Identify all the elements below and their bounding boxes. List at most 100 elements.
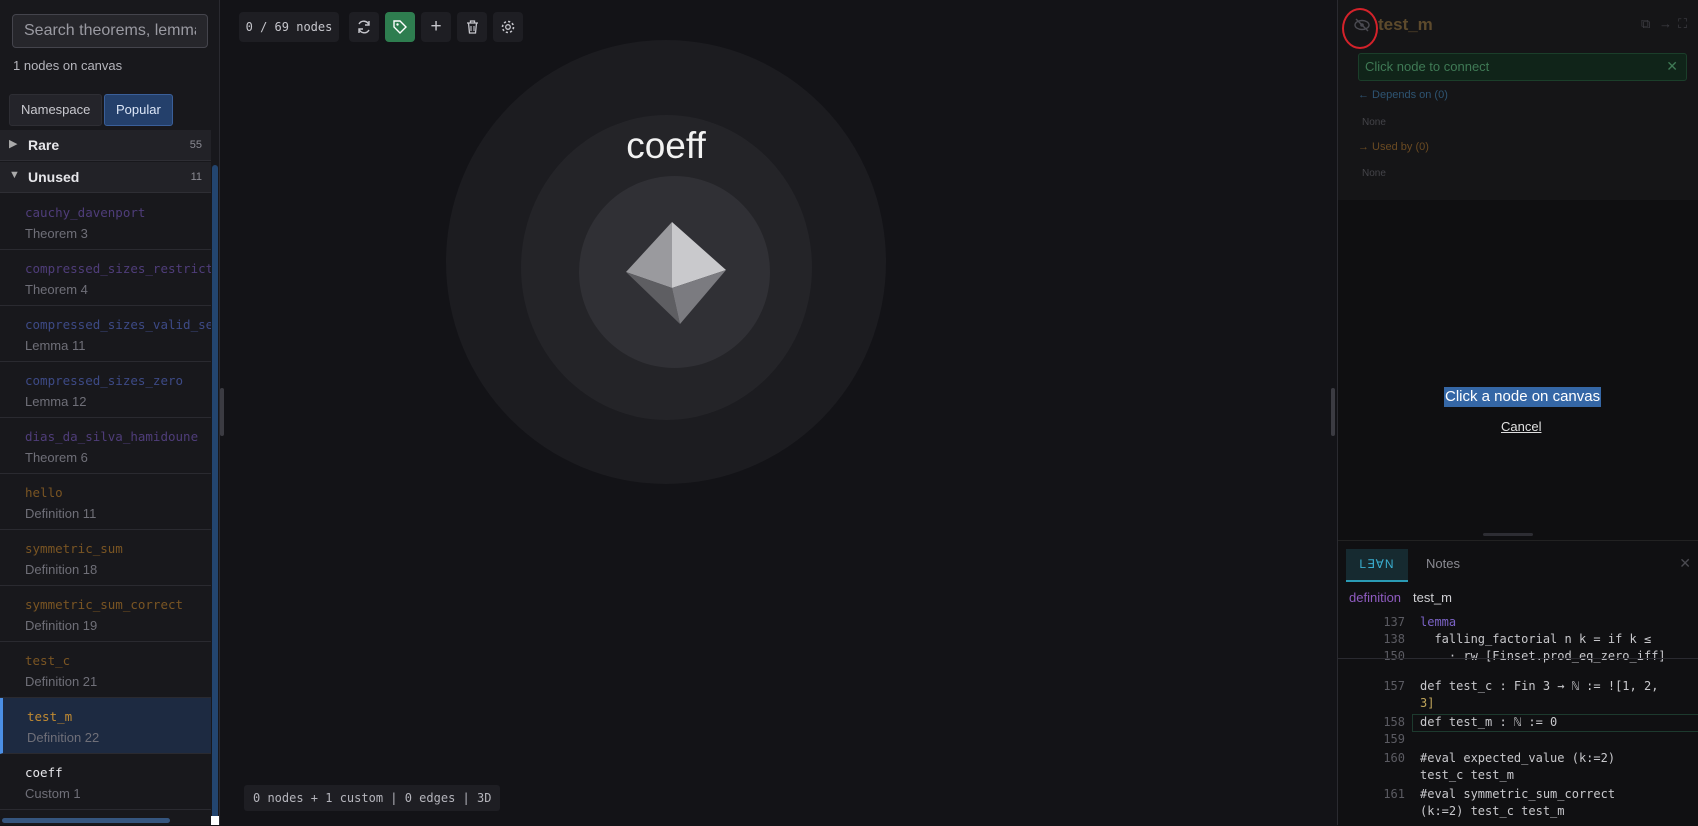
sidebar-horizontal-scrollbar[interactable] [2,818,170,823]
namespace-view-button[interactable]: Namespace [9,94,103,126]
section-name: Unused [28,169,80,185]
code-editor-pane: L∃∀N Notes ✕ definition test_m 137 lemma… [1338,540,1698,826]
item-kind: Custom 1 [25,786,81,801]
code-area[interactable]: 137 lemma 138 falling_factorial n k = if… [1338,615,1698,826]
item-kind: Lemma 12 [25,394,87,409]
item-kind: Definition 22 [27,730,100,745]
item-kind: Theorem 6 [25,450,88,465]
item-name: coeff [25,765,63,780]
line-number: 137 [1383,615,1405,629]
scrollbar-corner [211,816,219,825]
detail-panel: test_m ⧉ → ⛶ Click node to connect ✕ ← D… [1337,0,1698,826]
list-item[interactable]: coeff Custom 1 [0,754,211,810]
line-number: 158 [1383,715,1405,729]
section-name: Rare [28,137,60,153]
search-input[interactable] [12,14,208,48]
refresh-button[interactable] [349,12,379,42]
code-line: #eval expected_value (k:=2) [1420,751,1616,765]
code-line: #eval symmetric_sum_correct [1420,787,1616,801]
arrow-right-icon[interactable]: → [1659,16,1672,31]
code-line: 3] [1420,696,1435,710]
add-node-button[interactable]: + [421,12,451,42]
item-kind: Definition 21 [25,674,98,689]
line-number: 159 [1383,732,1405,746]
settings-button[interactable] [493,12,523,42]
list-item[interactable]: hello Definition 11 [0,474,211,530]
item-name: hello [25,485,63,500]
section-header-rare[interactable]: ▶ Rare 55 [0,130,211,161]
sidebar-vertical-scrollbar[interactable] [212,165,218,825]
split-resize-handle[interactable] [1483,533,1533,536]
graph-status-bar: 0 nodes + 1 custom | 0 edges | 3D [244,785,501,811]
definition-name: test_m [1413,590,1453,605]
close-icon[interactable]: ✕ [1666,58,1678,75]
section-count: 11 [190,171,202,183]
item-kind: Definition 18 [25,562,98,577]
code-line: falling_factorial n k = if k ≤ [1420,632,1652,646]
tag-icon [393,20,407,34]
item-kind: Theorem 3 [25,226,88,241]
item-kind: Theorem 4 [25,282,88,297]
item-name: compressed_sizes_valid_se [25,317,211,332]
sidebar: 1 nodes on canvas Namespace Popular ▶ Ra… [0,0,224,825]
item-name: symmetric_sum_correct [25,597,184,612]
connect-hint-text: Click node to connect [1365,59,1490,74]
list-item[interactable]: cauchy_davenport Theorem 3 [0,194,211,250]
expand-icon[interactable]: ⛶ [1678,16,1687,32]
line-number: 138 [1383,632,1405,646]
used-by-label[interactable]: → Used by (0) [1358,141,1429,153]
item-name: compressed_sizes_zero [25,373,184,388]
node-count-text: 1 nodes on canvas [13,58,123,73]
code-fold-separator [1338,658,1698,659]
code-line: lemma [1420,615,1457,629]
code-line: def test_m : ℕ := 0 [1420,715,1558,729]
caret-down-icon: ▼ [9,169,20,181]
line-number: 150 [1383,649,1405,663]
code-line: test_c test_m [1420,768,1514,782]
item-name: symmetric_sum [25,541,123,556]
connect-prompt: Click a node on canvas [1444,387,1602,407]
sidebar-resize-handle[interactable] [220,388,224,436]
list-item-selected[interactable]: test_m Definition 22 [0,698,211,754]
canvas-node-label: coeff [626,125,706,166]
list-item[interactable]: compressed_sizes_zero Lemma 12 [0,362,211,418]
list-item[interactable]: compressed_sizes_restrict Theorem 4 [0,250,211,306]
item-name: compressed_sizes_restrict [25,261,211,276]
item-kind: Lemma 11 [25,338,86,353]
panel-title: test_m [1378,15,1433,34]
graph-canvas[interactable]: 0 / 69 nodes + coeff 0 nodes + 1 custom … [228,0,1328,825]
trash-icon [466,20,478,34]
copy-icon[interactable]: ⧉ [1641,16,1650,32]
list-item[interactable]: symmetric_sum_correct Definition 19 [0,586,211,642]
list-item[interactable]: dias_da_silva_hamidoune Theorem 6 [0,418,211,474]
item-name: cauchy_davenport [25,205,146,220]
item-name: test_c [25,653,71,668]
section-count: 55 [189,139,202,151]
item-kind: Definition 11 [25,506,97,521]
item-name: test_m [27,709,73,724]
tab-lean[interactable]: L∃∀N [1346,549,1408,582]
line-number: 161 [1383,787,1405,801]
caret-right-icon: ▶ [9,138,18,150]
list-item[interactable]: compressed_sizes_valid_se Lemma 11 [0,306,211,362]
panel-resize-handle[interactable] [1331,388,1335,436]
tab-notes[interactable]: Notes [1426,556,1460,571]
code-line: · rw [Finset.prod_eq_zero_iff] [1420,649,1666,663]
highlight-circle [1342,8,1378,49]
line-number: 160 [1383,751,1405,765]
line-number: 157 [1383,679,1405,693]
labels-toggle-button[interactable] [385,12,415,42]
cancel-button[interactable]: Cancel [1501,419,1541,434]
code-line: (k:=2) test_c test_m [1420,804,1565,818]
node-counter: 0 / 69 nodes [239,12,339,42]
canvas-node-coeff[interactable] [624,220,728,326]
depends-on-label[interactable]: ← Depends on (0) [1358,89,1448,101]
list-item[interactable]: test_c Definition 21 [0,642,211,698]
delete-button[interactable] [457,12,487,42]
item-name: dias_da_silva_hamidoune [25,429,199,444]
popular-view-button[interactable]: Popular [104,94,173,126]
section-header-unused[interactable]: ▼ Unused 11 [0,162,211,193]
plus-icon: + [430,16,442,37]
close-icon[interactable]: ✕ [1679,555,1691,572]
list-item[interactable]: symmetric_sum Definition 18 [0,530,211,586]
